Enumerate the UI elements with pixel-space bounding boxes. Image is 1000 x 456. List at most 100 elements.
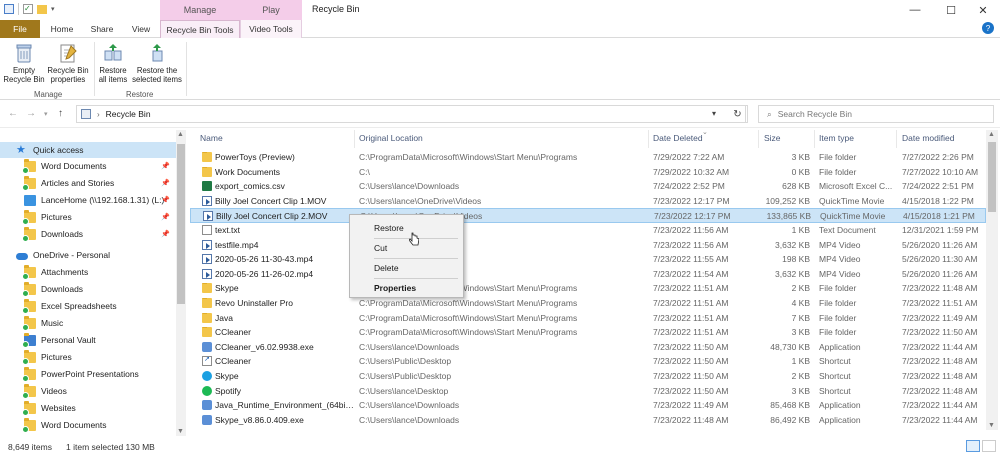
column-header-item-type[interactable]: Item type (819, 133, 854, 143)
file-row[interactable]: Revo Uninstaller Pro C:\ProgramData\Micro… (190, 296, 986, 311)
file-original-location: C:\Users\Public\Desktop (359, 371, 452, 381)
file-row[interactable]: 2020-05-26 11-26-02.mp4C:\Users\lance\Vi… (190, 267, 986, 282)
nav-scrollbar[interactable]: ▲ ▼ (176, 130, 186, 436)
file-date-modified: 4/15/2018 1:22 PM (902, 195, 974, 206)
folder-icon (22, 226, 36, 242)
nav-downloads[interactable]: Downloads 📌 (0, 226, 176, 242)
column-header-size[interactable]: Size (764, 133, 781, 143)
item-count: 8,649 items (8, 442, 52, 452)
file-date-deleted: 7/23/2022 11:51 AM (653, 283, 729, 294)
tab-view[interactable]: View (122, 20, 160, 38)
file-row[interactable]: testfile.mp4C:\Users\lance\Videos7/23/20… (190, 238, 986, 253)
file-row[interactable]: CCleaner C:\Users\Public\Desktop 7/23/2022… (190, 354, 986, 369)
folder-icon (22, 298, 36, 314)
address-history-dropdown-icon[interactable]: ▾ (712, 109, 716, 118)
scroll-up-icon[interactable]: ▲ (177, 131, 184, 138)
tab-share[interactable]: Share (82, 20, 122, 38)
file-row[interactable]: Billy Joel Concert Clip 1.MOV C:\Users\la… (190, 194, 986, 209)
qat-dropdown-icon[interactable]: ▾ (51, 5, 55, 13)
forward-arrow-icon[interactable]: → (26, 108, 36, 119)
column-header-name[interactable]: Name (200, 133, 223, 143)
file-row[interactable]: CCleaner_v6.02.9938.exe C:\Users\lance\Do… (190, 340, 986, 355)
file-row[interactable]: CCleaner C:\ProgramData\Microsoft\Windows… (190, 325, 986, 340)
restore-all-items-label: Restore all items (98, 66, 128, 84)
file-date-modified: 5/26/2020 11:30 AM (902, 254, 978, 265)
tab-video-tools[interactable]: Video Tools (240, 20, 302, 38)
file-row[interactable]: Spotify C:\Users\lance\Desktop 7/23/2022 1… (190, 384, 986, 399)
properties-qat-icon[interactable]: ✓ (23, 4, 33, 14)
address-box[interactable]: › Recycle Bin (76, 105, 746, 123)
refresh-icon[interactable]: ↻ (728, 105, 748, 123)
recycle-bin-properties-button[interactable]: Recycle Bin properties (46, 42, 90, 84)
file-size: 85,468 KB (770, 400, 810, 411)
maximize-button[interactable]: ☐ (934, 0, 968, 20)
nav-scrollbar-thumb[interactable] (177, 144, 185, 304)
close-button[interactable]: ✕ (966, 0, 1000, 20)
file-name: Java_Runtime_Environment_(64bit)... (215, 400, 355, 411)
column-header-date-modified[interactable]: Date modified (902, 133, 954, 143)
search-input[interactable]: ⌕ Search Recycle Bin (758, 105, 994, 123)
file-row[interactable]: Skype C:\ProgramData\Microsoft\Windows\St… (190, 281, 986, 296)
nav-attachments[interactable]: Attachments (0, 264, 176, 280)
column-headers: Name Original Location Date Deleted ⌄ Si… (190, 129, 986, 148)
file-list-scrollbar[interactable]: ▲ ▼ (986, 130, 998, 430)
nav-videos[interactable]: Videos (0, 383, 176, 399)
tab-home[interactable]: Home (42, 20, 82, 38)
recycle-bin-properties-label: Recycle Bin properties (47, 66, 89, 84)
tab-file[interactable]: File (0, 20, 40, 38)
restore-all-items-button[interactable]: Restore all items (96, 42, 130, 84)
scroll-down-icon[interactable]: ▼ (988, 422, 995, 429)
nav-quick-access[interactable]: ★ Quick access (0, 142, 176, 158)
back-arrow-icon[interactable]: ← (8, 108, 18, 119)
file-list-scrollbar-thumb[interactable] (988, 142, 996, 212)
nav-onedrive-word-documents[interactable]: Word Documents (0, 417, 176, 433)
file-row[interactable]: text.txtC:\Users\lance\Videos7/23/2022 1… (190, 223, 986, 238)
help-icon[interactable]: ? (982, 22, 994, 34)
large-icons-view-icon[interactable] (982, 440, 996, 452)
breadcrumb-chevron-icon[interactable]: › (97, 110, 100, 119)
column-header-date-deleted[interactable]: Date Deleted (653, 133, 703, 143)
file-row[interactable]: Java_Runtime_Environment_(64bit)... C:\Us… (190, 398, 986, 413)
nav-onedrive-pictures[interactable]: Pictures (0, 349, 176, 365)
minimize-button[interactable]: — (898, 0, 932, 20)
scroll-up-icon[interactable]: ▲ (988, 131, 995, 138)
breadcrumb-recycle-bin[interactable]: Recycle Bin (106, 109, 151, 119)
restore-selected-items-button[interactable]: Restore the selected items (132, 42, 182, 84)
file-row[interactable]: Skype_v8.86.0.409.exe C:\Users\lance\Down… (190, 413, 986, 428)
context-menu-restore[interactable]: Restore (374, 223, 404, 233)
scroll-down-icon[interactable]: ▼ (177, 428, 184, 435)
nav-personal-vault[interactable]: Personal Vault (0, 332, 176, 348)
nav-music[interactable]: Music (0, 315, 176, 331)
file-row[interactable]: export_comics.csv C:\Users\lance\Download… (190, 179, 986, 194)
details-view-icon[interactable] (966, 440, 980, 452)
new-folder-qat-icon[interactable] (37, 4, 47, 14)
nav-onedrive-downloads[interactable]: Downloads (0, 281, 176, 297)
context-menu-properties[interactable]: Properties (374, 283, 416, 293)
context-menu-delete[interactable]: Delete (374, 263, 399, 273)
file-name: 2020-05-26 11-26-02.mp4 (215, 268, 314, 279)
nav-onedrive-personal[interactable]: OneDrive - Personal (0, 247, 176, 263)
file-row[interactable]: Skype C:\Users\Public\Desktop 7/23/2022 11… (190, 369, 986, 384)
nav-websites[interactable]: Websites (0, 400, 176, 416)
nav-word-documents[interactable]: Word Documents 📌 (0, 158, 176, 174)
recent-locations-icon[interactable]: ▾ (44, 110, 48, 118)
restore-selected-items-label: Restore the selected items (132, 66, 182, 84)
context-menu-cut[interactable]: Cut (374, 243, 387, 253)
file-row[interactable]: 2020-05-26 11-30-43.mp4C:\Users\lance\Vi… (190, 252, 986, 267)
tab-recycle-bin-tools[interactable]: Recycle Bin Tools (160, 20, 240, 39)
column-header-original-location[interactable]: Original Location (359, 133, 423, 143)
file-row[interactable]: PowerToys (Preview) C:\ProgramData\Micros… (190, 150, 986, 165)
file-item-type: File folder (819, 327, 857, 338)
nav-pictures[interactable]: Pictures 📌 (0, 209, 176, 225)
nav-excel-spreadsheets[interactable]: Excel Spreadsheets (0, 298, 176, 314)
nav-articles-and-stories[interactable]: Articles and Stories 📌 (0, 175, 176, 191)
file-row[interactable]: Work Documents C:\ 7/29/2022 10:32 AM 0 KB F… (190, 165, 986, 180)
file-item-type: QuickTime Movie (820, 211, 886, 222)
empty-recycle-bin-button[interactable]: Empty Recycle Bin (3, 42, 45, 84)
file-row[interactable]: Java C:\ProgramData\Microsoft\Windows\Sta… (190, 311, 986, 326)
file-row[interactable]: Billy Joel Concert Clip 2.MOVC:\Users\la… (190, 208, 986, 223)
csv-file-icon (202, 181, 212, 192)
up-arrow-icon[interactable]: ↑ (58, 108, 63, 119)
nav-lancehome-drive[interactable]: LanceHome (\\192.168.1.31) (L:) 📌 (0, 192, 176, 208)
nav-powerpoint-presentations[interactable]: PowerPoint Presentations (0, 366, 176, 382)
